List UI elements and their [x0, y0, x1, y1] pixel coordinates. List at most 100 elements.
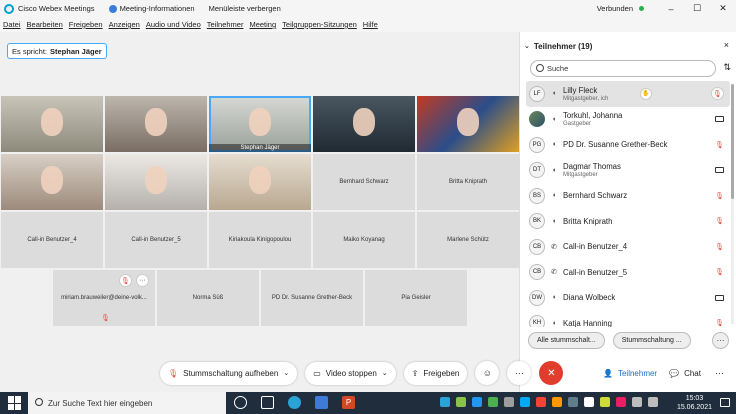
taskbar-clock[interactable]: 15:03 15.06.2021 — [677, 394, 712, 412]
tray-app-icon[interactable] — [440, 397, 450, 407]
meeting-info-button[interactable]: Meeting-Informationen — [108, 4, 195, 13]
close-window-button[interactable]: ✕ — [710, 0, 736, 17]
video-tile-active-speaker[interactable]: Stephan Jäger — [209, 96, 311, 152]
sort-button[interactable]: ⇅ — [723, 62, 731, 73]
video-tile[interactable] — [313, 96, 415, 152]
participant-video — [145, 108, 167, 136]
video-tile[interactable] — [209, 154, 311, 210]
taskbar-search-input[interactable]: Zur Suche Text hier eingeben — [28, 392, 226, 414]
participant-row[interactable]: CB ✆ Call-in Benutzer_4 🎙 — [526, 234, 730, 260]
participant-row[interactable]: CB ✆ Call-in Benutzer_5 🎙 — [526, 260, 730, 286]
name-tile[interactable]: Pia Geisler — [365, 270, 467, 326]
participant-search-input[interactable]: Suche — [530, 60, 716, 77]
participant-row[interactable]: KH ◖ Katja Hanning 🎙 — [526, 311, 730, 327]
participant-row[interactable]: LF ◖ Lilly Fleck Mitgastgeber, ich ✋ 🎙 — [526, 81, 730, 107]
chevron-down-icon[interactable]: ⌄ — [382, 369, 388, 377]
mute-options-button[interactable]: Stummschaltung ... — [612, 332, 691, 349]
camera-icon — [715, 167, 724, 174]
participant-row[interactable]: PG ◖ PD Dr. Susanne Grether-Beck 🎙 — [526, 132, 730, 158]
chat-toggle-button[interactable]: 💬 Chat — [663, 362, 707, 385]
name-tile[interactable]: Britta Kniprath — [417, 154, 519, 210]
name-tile-hovered[interactable]: miriam.brauweiler@deine-volk... 🎙 ··· 🎙 — [53, 270, 155, 326]
volume-icon[interactable] — [648, 397, 658, 407]
explorer-app-icon[interactable] — [315, 396, 328, 409]
windows-start-icon[interactable] — [8, 396, 22, 410]
participant-list-scrollbar[interactable] — [731, 84, 734, 324]
chevron-down-icon[interactable]: ⌄ — [283, 369, 289, 377]
tray-app-icon[interactable] — [488, 397, 498, 407]
menu-teilgruppen[interactable]: Teilgruppen-Sitzungen — [282, 20, 357, 29]
tray-app-icon[interactable] — [600, 397, 610, 407]
participant-row[interactable]: DT ◖ Dagmar Thomas Mitgastgeber — [526, 158, 730, 184]
video-tile[interactable] — [1, 154, 103, 210]
more-options-button[interactable]: ··· — [136, 274, 149, 287]
name-tile[interactable]: Call-in Benutzer_4 — [1, 212, 103, 268]
video-tile[interactable] — [105, 96, 207, 152]
stop-video-button[interactable]: ▭ Video stoppen ⌄ — [305, 361, 396, 385]
leave-meeting-button[interactable]: ✕ — [539, 361, 564, 385]
webex-app-icon[interactable] — [288, 396, 301, 409]
more-options-button[interactable]: ··· — [507, 361, 532, 385]
menu-freigeben[interactable]: Freigeben — [69, 20, 103, 29]
name-tile[interactable]: Marlene Schütz — [417, 212, 519, 268]
participant-row[interactable]: BS ◖ Bernhard Schwarz 🎙 — [526, 183, 730, 209]
mic-muted-button[interactable]: 🎙 — [711, 87, 724, 101]
name-tile[interactable]: Bernhard Schwarz — [313, 154, 415, 210]
hide-menu-button[interactable]: Menüleiste verbergen — [209, 4, 281, 13]
audio-icon: ◖ — [551, 115, 557, 123]
participants-toggle-button[interactable]: 👤 Teilnehmer — [597, 362, 663, 385]
unmute-button[interactable]: 🎙 Stummschaltung aufheben ⌄ — [160, 361, 298, 385]
tray-app-icon[interactable] — [616, 397, 626, 407]
notification-icon[interactable] — [720, 398, 730, 407]
name-tile[interactable]: PD Dr. Susanne Grether-Beck — [261, 270, 363, 326]
participant-row[interactable]: ◖ Torkuhl, Johanna Gastgeber — [526, 107, 730, 133]
tray-app-icon[interactable] — [536, 397, 546, 407]
tray-app-icon[interactable] — [568, 397, 578, 407]
panel-more-button[interactable]: ··· — [712, 332, 729, 349]
participant-name: Katja Hanning — [563, 318, 612, 327]
cortana-icon[interactable] — [234, 396, 247, 409]
tray-app-icon[interactable] — [520, 397, 530, 407]
participant-row[interactable]: BK ◖ Britta Kniprath 🎙 — [526, 209, 730, 235]
name-tile[interactable]: Kiriakoula Kinigopoulou — [209, 212, 311, 268]
menu-anzeigen[interactable]: Anzeigen — [109, 20, 140, 29]
raise-hand-icon[interactable]: ✋ — [640, 87, 652, 100]
tile-name: miriam.brauweiler@deine-volk... — [61, 295, 147, 301]
participant-row[interactable]: DW ◖ Diana Wolbeck — [526, 285, 730, 311]
tray-app-icon[interactable] — [584, 397, 594, 407]
audio-icon: ◖ — [551, 217, 557, 225]
name-tile[interactable]: Norma Süß — [157, 270, 259, 326]
mic-muted-icon[interactable]: 🎙 — [119, 274, 132, 287]
tray-app-icon[interactable] — [504, 397, 514, 407]
scrollbar-thumb[interactable] — [731, 84, 734, 199]
menu-datei[interactable]: Datei — [3, 20, 21, 29]
menu-meeting[interactable]: Meeting — [249, 20, 276, 29]
menu-bearbeiten[interactable]: Bearbeiten — [27, 20, 63, 29]
tray-app-icon[interactable] — [472, 397, 482, 407]
menu-hilfe[interactable]: Hilfe — [363, 20, 378, 29]
tray-app-icon[interactable] — [552, 397, 562, 407]
name-tile[interactable]: Call-in Benutzer_5 — [105, 212, 207, 268]
close-panel-button[interactable]: × — [724, 40, 729, 50]
search-icon — [35, 398, 43, 406]
reactions-button[interactable]: ☺ — [475, 361, 500, 385]
powerpoint-app-icon[interactable]: P — [342, 396, 355, 409]
tray-app-icon[interactable] — [456, 397, 466, 407]
video-tile[interactable] — [417, 96, 519, 152]
avatar — [529, 111, 545, 128]
panel-more-button[interactable]: ··· — [715, 368, 724, 378]
mute-all-button[interactable]: Alle stummschalt... — [528, 332, 605, 349]
name-tile[interactable]: Maiko Koyanag — [313, 212, 415, 268]
video-tile[interactable] — [105, 154, 207, 210]
avatar: DT — [529, 162, 545, 179]
video-tile[interactable] — [1, 96, 103, 152]
menu-audio-video[interactable]: Audio und Video — [146, 20, 201, 29]
wifi-icon[interactable] — [632, 397, 642, 407]
task-view-icon[interactable] — [261, 396, 274, 409]
maximize-button[interactable]: ☐ — [684, 0, 710, 17]
share-button[interactable]: ⇪ Freigeben — [403, 361, 468, 385]
minimize-button[interactable]: – — [658, 0, 684, 17]
menu-teilnehmer[interactable]: Teilnehmer — [207, 20, 244, 29]
participant-name: Diana Wolbeck — [563, 293, 616, 303]
collapse-chevron-icon[interactable]: ⌄ — [524, 42, 530, 50]
